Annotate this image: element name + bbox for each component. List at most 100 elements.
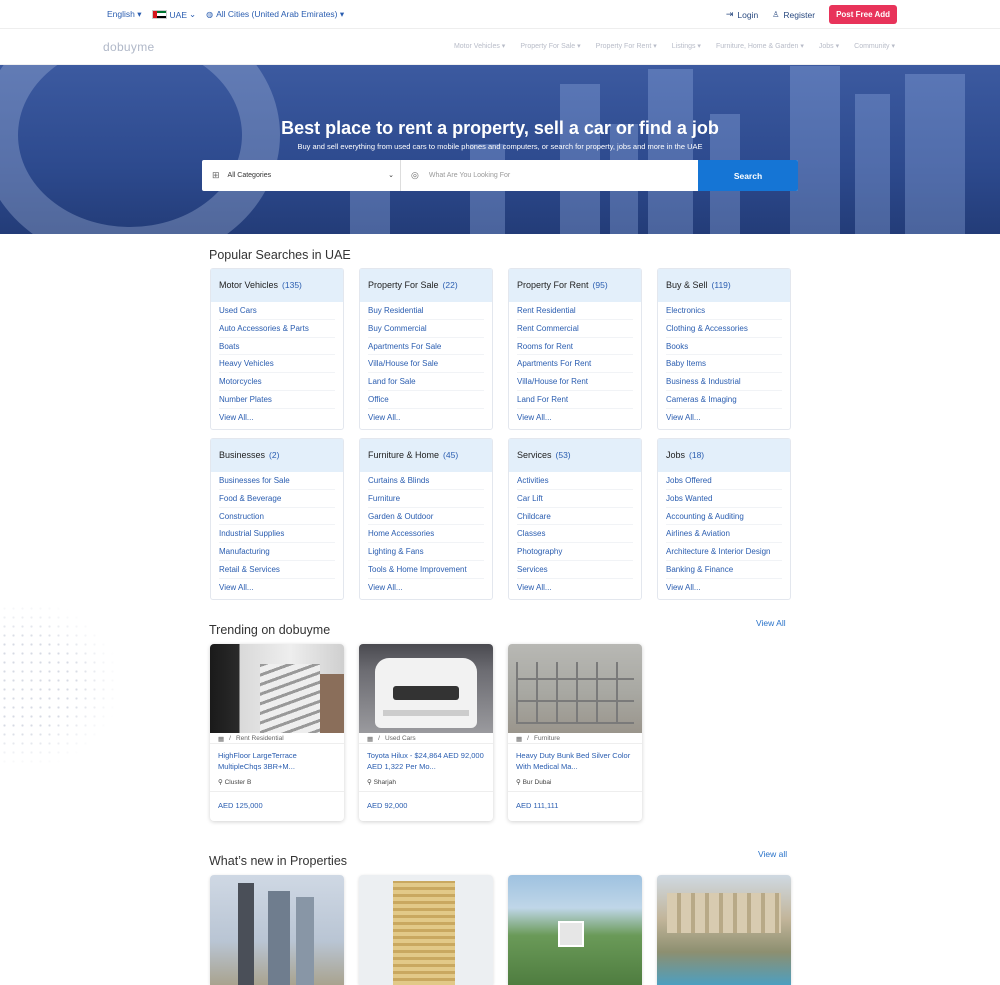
- category-link[interactable]: Tools & Home Improvement: [368, 561, 484, 579]
- category-card-header[interactable]: Services (53): [509, 439, 641, 472]
- category-link[interactable]: Land For Rent: [517, 391, 633, 409]
- category-link[interactable]: Airlines & Aviation: [666, 525, 782, 544]
- category-link[interactable]: Rooms for Rent: [517, 338, 633, 356]
- language-selector[interactable]: English ▾: [107, 9, 142, 20]
- category-count: (119): [711, 280, 731, 290]
- category-link[interactable]: Furniture: [368, 490, 484, 508]
- nav-community[interactable]: Community ▾: [854, 42, 895, 50]
- category-link[interactable]: Industrial Supplies: [219, 525, 335, 544]
- trending-item[interactable]: ▦ / Used Cars Toyota Hilux - $24,864 AED 9…: [359, 644, 493, 821]
- view-all-link[interactable]: View All...: [219, 579, 335, 597]
- category-link[interactable]: Auto Accessories & Parts: [219, 320, 335, 338]
- category-link[interactable]: Buy Commercial: [368, 320, 484, 338]
- property-item[interactable]: [508, 875, 642, 985]
- category-link-list: Rent Residential Rent Commercial Rooms for…: [509, 302, 641, 427]
- category-link-list: Jobs Offered Jobs Wanted Accounting & Audi…: [658, 472, 790, 597]
- category-link[interactable]: Classes: [517, 525, 633, 544]
- view-all-link[interactable]: View All...: [219, 409, 335, 427]
- category-link[interactable]: Architecture & Interior Design: [666, 543, 782, 561]
- trending-item-title[interactable]: Toyota Hilux - $24,864 AED 92,000 AED 1,…: [359, 744, 493, 775]
- category-link[interactable]: Lighting & Fans: [368, 543, 484, 561]
- register-link[interactable]: ♙ Register: [772, 10, 815, 20]
- category-link[interactable]: Jobs Offered: [666, 472, 782, 490]
- post-free-add-button[interactable]: Post Free Add: [829, 5, 897, 24]
- category-link[interactable]: Home Accessories: [368, 525, 484, 544]
- category-card-header[interactable]: Motor Vehicles (135): [211, 269, 343, 302]
- category-link[interactable]: Jobs Wanted: [666, 490, 782, 508]
- category-link[interactable]: Heavy Vehicles: [219, 355, 335, 374]
- category-link[interactable]: Used Cars: [219, 302, 335, 320]
- category-link[interactable]: Baby Items: [666, 355, 782, 374]
- view-all-link[interactable]: View All...: [666, 579, 782, 597]
- category-link[interactable]: Food & Beverage: [219, 490, 335, 508]
- category-link[interactable]: Garden & Outdoor: [368, 508, 484, 526]
- nav-listings[interactable]: Listings ▾: [672, 42, 701, 50]
- category-link[interactable]: Accounting & Auditing: [666, 508, 782, 526]
- tower-image: [296, 897, 314, 985]
- category-link[interactable]: Businesses for Sale: [219, 472, 335, 490]
- view-all-link[interactable]: View All...: [517, 579, 633, 597]
- category-link[interactable]: Boats: [219, 338, 335, 356]
- site-logo[interactable]: dobuyme: [103, 40, 154, 54]
- category-card-header[interactable]: Property For Sale (22): [360, 269, 492, 302]
- nav-jobs[interactable]: Jobs ▾: [819, 42, 839, 50]
- nav-motor-vehicles[interactable]: Motor Vehicles ▾: [454, 42, 505, 50]
- category-link[interactable]: Manufacturing: [219, 543, 335, 561]
- category-link[interactable]: Clothing & Accessories: [666, 320, 782, 338]
- property-item[interactable]: [657, 875, 791, 985]
- login-link[interactable]: ⇥ Login: [726, 9, 758, 20]
- nav-furniture-home-garden[interactable]: Furniture, Home & Garden ▾: [716, 42, 804, 50]
- location-target-icon: ◎: [411, 170, 419, 180]
- view-all-link[interactable]: View All..: [368, 409, 484, 427]
- category-link[interactable]: Apartments For Rent: [517, 355, 633, 374]
- trending-item-title[interactable]: Heavy Duty Bunk Bed Silver Color With Me…: [508, 744, 642, 775]
- country-selector[interactable]: UAE ⌄: [151, 9, 196, 20]
- category-link[interactable]: Business & Industrial: [666, 373, 782, 391]
- category-link[interactable]: Office: [368, 391, 484, 409]
- category-link[interactable]: Services: [517, 561, 633, 579]
- category-card-header[interactable]: Businesses (2): [211, 439, 343, 472]
- nav-property-for-sale[interactable]: Property For Sale ▾: [520, 42, 580, 50]
- view-all-link[interactable]: View All...: [666, 409, 782, 427]
- trending-item[interactable]: ▦ / Furniture Heavy Duty Bunk Bed Silver C…: [508, 644, 642, 821]
- category-card-header[interactable]: Property For Rent (95): [509, 269, 641, 302]
- category-link[interactable]: Apartments For Sale: [368, 338, 484, 356]
- category-link[interactable]: Cameras & Imaging: [666, 391, 782, 409]
- category-link[interactable]: Books: [666, 338, 782, 356]
- view-all-link[interactable]: View All...: [368, 579, 484, 597]
- category-link[interactable]: Curtains & Blinds: [368, 472, 484, 490]
- category-link[interactable]: Banking & Finance: [666, 561, 782, 579]
- search-button[interactable]: Search: [698, 160, 798, 191]
- trending-view-all-link[interactable]: View All: [756, 618, 786, 628]
- category-link[interactable]: Number Plates: [219, 391, 335, 409]
- trending-item-title[interactable]: HighFloor LargeTerrace MultipleChqs 3BR+…: [210, 744, 344, 775]
- category-link[interactable]: Activities: [517, 472, 633, 490]
- category-card-header[interactable]: Furniture & Home (45): [360, 439, 492, 472]
- trending-item[interactable]: ▦ / Rent Residential HighFloor LargeTerrac…: [210, 644, 344, 821]
- category-link[interactable]: Villa/House for Sale: [368, 355, 484, 374]
- category-link[interactable]: Rent Residential: [517, 302, 633, 320]
- category-link[interactable]: Buy Residential: [368, 302, 484, 320]
- property-item[interactable]: [359, 875, 493, 985]
- property-item[interactable]: [210, 875, 344, 985]
- category-link[interactable]: Childcare: [517, 508, 633, 526]
- view-all-link[interactable]: View All...: [517, 409, 633, 427]
- category-card-header[interactable]: Buy & Sell (119): [658, 269, 790, 302]
- category-link[interactable]: Photography: [517, 543, 633, 561]
- search-placeholder: What Are You Looking For: [428, 172, 511, 179]
- search-input[interactable]: ◎ What Are You Looking For: [401, 160, 698, 191]
- category-link[interactable]: Motorcycles: [219, 373, 335, 391]
- category-select[interactable]: ⊞ All Categories ⌄: [202, 160, 401, 191]
- category-link[interactable]: Land for Sale: [368, 373, 484, 391]
- category-card-header[interactable]: Jobs (18): [658, 439, 790, 472]
- category-link[interactable]: Retail & Services: [219, 561, 335, 579]
- category-link[interactable]: Car Lift: [517, 490, 633, 508]
- category-link[interactable]: Construction: [219, 508, 335, 526]
- category-link[interactable]: Villa/House for Rent: [517, 373, 633, 391]
- nav-property-for-rent[interactable]: Property For Rent ▾: [596, 42, 657, 50]
- category-link[interactable]: Rent Commercial: [517, 320, 633, 338]
- city-selector[interactable]: ◍ All Cities (United Arab Emirates) ▾: [206, 9, 344, 20]
- trending-item-image: [508, 644, 642, 733]
- properties-view-all-link[interactable]: View all: [758, 849, 787, 859]
- category-link[interactable]: Electronics: [666, 302, 782, 320]
